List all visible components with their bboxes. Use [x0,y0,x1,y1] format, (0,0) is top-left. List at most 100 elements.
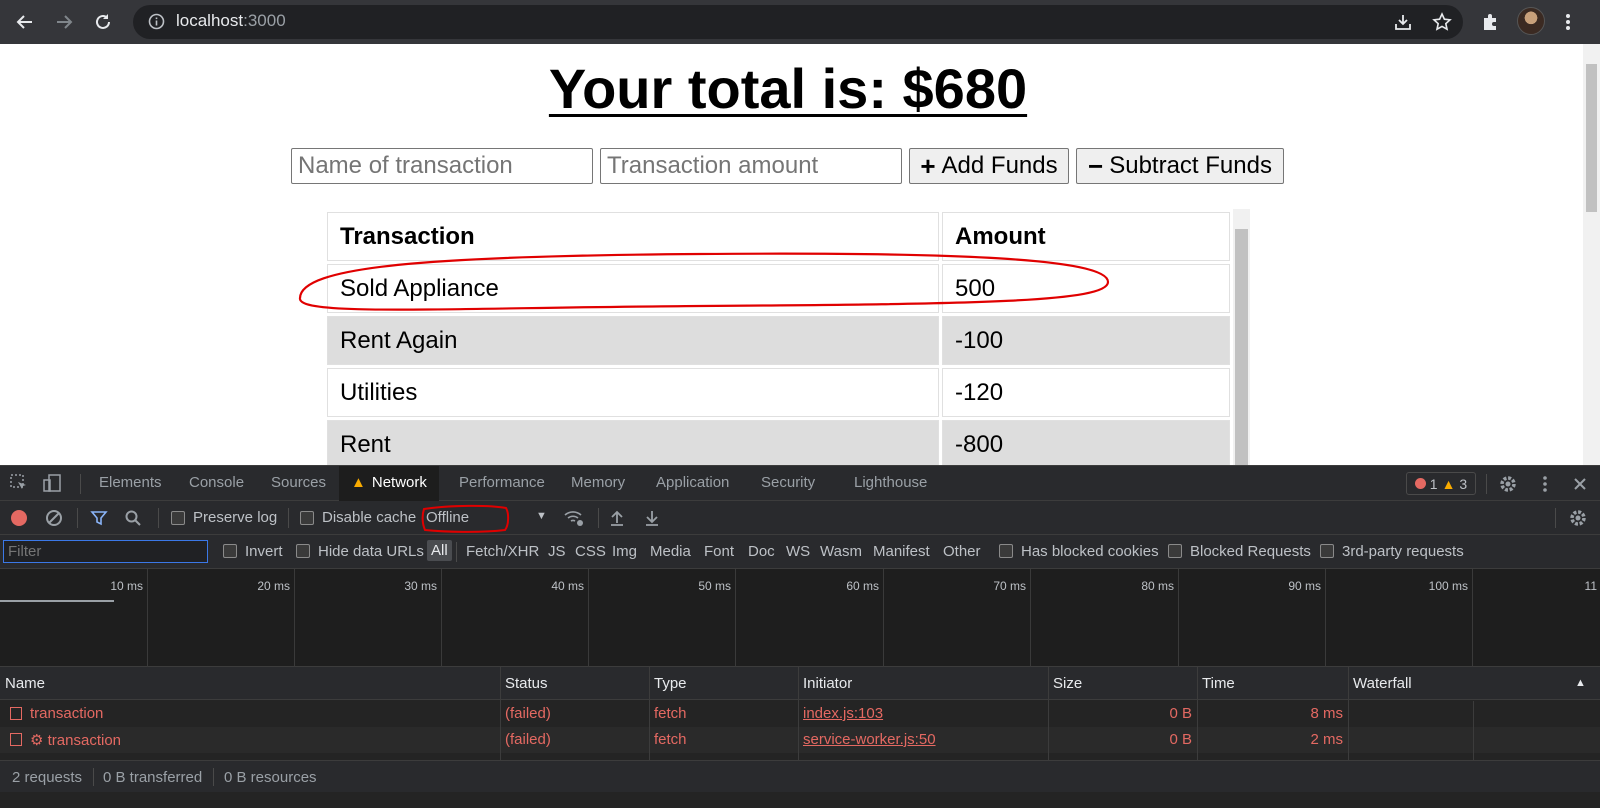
column-divider[interactable] [1048,667,1049,772]
profile-avatar[interactable] [1517,7,1545,35]
request-initiator-link[interactable]: index.js:103 [803,705,883,722]
tab-sources[interactable]: Sources [271,474,326,491]
export-har-icon[interactable] [641,507,663,529]
column-divider[interactable] [500,667,501,772]
device-toolbar-icon[interactable] [41,472,63,494]
filter-type-font[interactable]: Font [704,543,734,560]
site-info-icon[interactable] [148,13,165,30]
network-overview-timeline[interactable]: 10 ms 20 ms 30 ms 40 ms 50 ms 60 ms 70 m… [0,569,1600,667]
reload-button[interactable] [89,8,117,36]
network-settings-gear-icon[interactable] [1567,507,1589,529]
transaction-name-input[interactable] [291,148,593,184]
has-blocked-cookies-checkbox[interactable] [999,544,1013,558]
column-waterfall[interactable]: Waterfall [1353,675,1412,692]
tab-lighthouse[interactable]: Lighthouse [854,474,927,491]
filter-type-css[interactable]: CSS [575,543,606,560]
browser-menu-kebab-icon[interactable] [1556,10,1580,34]
column-divider[interactable] [798,667,799,772]
column-name[interactable]: Name [5,675,45,692]
page-viewport: Your total is: $680 + Add Funds − Subtra… [0,44,1600,465]
page-scrollbar-thumb[interactable] [1586,64,1597,212]
column-size[interactable]: Size [1053,675,1082,692]
tick-label: 10 ms [110,579,143,593]
tick-label: 20 ms [257,579,290,593]
disable-cache-checkbox[interactable] [300,511,314,525]
filter-type-js[interactable]: JS [548,543,566,560]
preserve-log-checkbox[interactable] [171,511,185,525]
tab-performance[interactable]: Performance [459,474,545,491]
subtract-funds-label: Subtract Funds [1109,152,1272,179]
devtools-menu-kebab-icon[interactable] [1534,473,1556,495]
tab-memory[interactable]: Memory [571,474,625,491]
table-row: Utilities -120 [327,368,1230,417]
blocked-requests-checkbox[interactable] [1168,544,1182,558]
column-initiator[interactable]: Initiator [803,675,852,692]
filter-type-media[interactable]: Media [650,543,691,560]
issues-badge[interactable]: 1 ▲ 3 [1406,472,1476,495]
error-icon [1414,478,1426,489]
filter-type-img[interactable]: Img [612,543,637,560]
search-icon[interactable] [122,507,144,529]
request-time: 2 ms [1310,731,1343,748]
request-row[interactable]: ⚙ transaction (failed) fetch service-wor… [0,727,1600,753]
record-button[interactable] [8,507,30,529]
preserve-log-label: Preserve log [193,509,278,526]
tab-console[interactable]: Console [189,474,244,491]
filter-type-doc[interactable]: Doc [748,543,775,560]
column-divider[interactable] [1348,667,1349,772]
column-divider[interactable] [1197,667,1198,772]
column-time[interactable]: Time [1202,675,1235,692]
back-button[interactable] [11,8,39,36]
filter-type-wasm[interactable]: Wasm [820,543,862,560]
third-party-requests-checkbox[interactable] [1320,544,1334,558]
hide-data-urls-checkbox[interactable] [296,544,310,558]
table-scrollbar[interactable] [1233,209,1250,465]
install-app-icon[interactable] [1391,10,1415,34]
network-toolbar: Preserve log Disable cache Offline ▼ [0,501,1600,535]
sort-ascending-icon[interactable]: ▲ [1575,677,1586,689]
request-row[interactable]: transaction (failed) fetch index.js:103 … [0,701,1600,727]
divider [1555,508,1556,528]
extensions-puzzle-icon[interactable] [1478,10,1502,34]
tick-label: 90 ms [1288,579,1321,593]
table-row: Sold Appliance 500 [327,264,1230,313]
url-text: localhost:3000 [176,11,286,31]
invert-checkbox[interactable] [223,544,237,558]
forward-button[interactable] [50,8,78,36]
filter-type-all[interactable]: All [427,540,452,561]
column-status[interactable]: Status [505,675,548,692]
tab-network[interactable]: ▲ Network [339,466,439,501]
filter-type-other[interactable]: Other [943,543,981,560]
column-divider[interactable] [649,667,650,772]
address-bar[interactable] [133,5,1463,39]
request-initiator-link[interactable]: service-worker.js:50 [803,731,936,748]
filter-input[interactable] [3,540,208,563]
transaction-amount-input[interactable] [600,148,902,184]
clear-log-icon[interactable] [43,507,65,529]
filter-funnel-icon[interactable] [88,507,110,529]
table-scrollbar-thumb[interactable] [1235,229,1248,465]
close-devtools-icon[interactable] [1569,473,1591,495]
bookmark-star-icon[interactable] [1430,10,1454,34]
grid-line [1325,569,1326,667]
filter-type-fetch-xhr[interactable]: Fetch/XHR [466,543,539,560]
filter-type-ws[interactable]: WS [786,543,810,560]
network-conditions-icon[interactable] [563,507,585,529]
subtract-funds-button[interactable]: − Subtract Funds [1076,148,1284,184]
devtools-panel: Elements Console Sources ▲ Network Perfor… [0,465,1600,808]
page-scrollbar[interactable] [1583,44,1600,465]
settings-gear-icon[interactable] [1497,473,1519,495]
filter-type-manifest[interactable]: Manifest [873,543,930,560]
add-funds-button[interactable]: + Add Funds [909,148,1069,184]
grid-line [735,569,736,667]
inspect-element-icon[interactable] [8,472,30,494]
column-type[interactable]: Type [654,675,687,692]
tab-elements[interactable]: Elements [99,474,162,491]
service-worker-gear-icon: ⚙ [30,732,48,749]
url-host: localhost [176,11,244,30]
import-har-icon[interactable] [606,507,628,529]
tab-security[interactable]: Security [761,474,815,491]
resources-size: 0 B resources [224,769,317,786]
tab-application[interactable]: Application [656,474,729,491]
request-size: 0 B [1169,731,1192,748]
